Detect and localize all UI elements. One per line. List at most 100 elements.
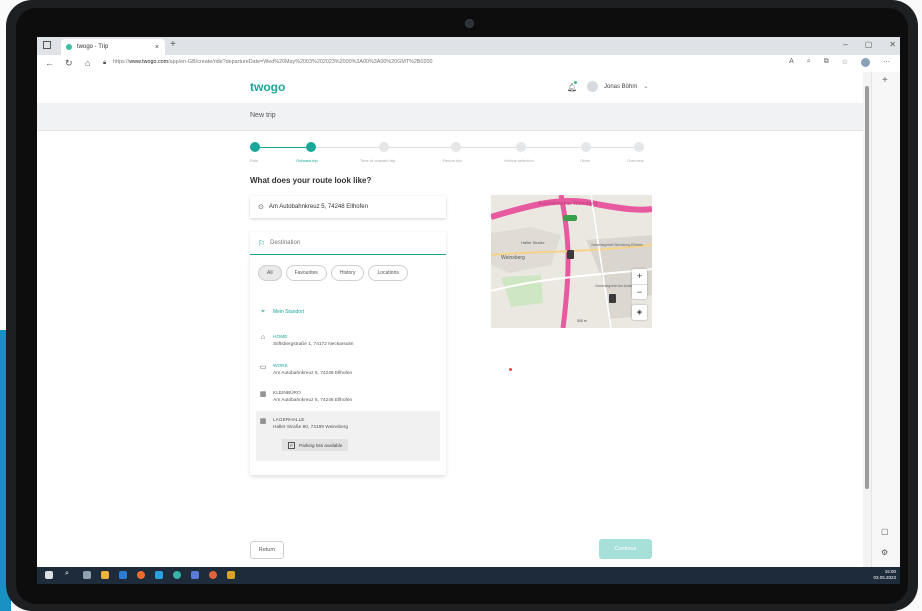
map-scale: 500 m (577, 319, 587, 323)
read-aloud-icon[interactable]: A (789, 58, 794, 67)
step-other (581, 142, 591, 152)
step-role[interactable] (250, 142, 260, 152)
app-icon[interactable] (191, 571, 199, 579)
address-bar: ← ↻ ⌂ 🔒︎ https://www.twogo.com/app/en-GB… (37, 55, 900, 73)
location-address: Am Autobahnkreuz 5, 74248 Ellhofen (273, 398, 353, 403)
browser-toolbar: A ⌕ ⧉ ☆ ⋯ (789, 58, 890, 67)
app-icon[interactable] (155, 571, 163, 579)
building-icon: ▦ (259, 418, 267, 425)
page-scrollbar[interactable] (863, 72, 871, 567)
scrollbar-thumb[interactable] (865, 86, 869, 489)
chip-locations[interactable]: Locations (368, 265, 408, 281)
step-overview (634, 142, 644, 152)
back-arrow-icon[interactable]: ← (45, 58, 54, 68)
tab-close-button[interactable]: × (155, 44, 159, 51)
zoom-in-button[interactable]: + (632, 269, 647, 284)
building-icon: ▦ (259, 391, 267, 398)
tab-title: twogo - Trip (77, 44, 109, 50)
app-icon[interactable] (119, 571, 127, 579)
clock-date: 03.05.2023 (873, 575, 896, 580)
continue-button[interactable]: Continue (599, 539, 652, 559)
close-window-button[interactable]: ✕ (889, 40, 896, 49)
destination-placeholder: Destination (270, 240, 301, 246)
parking-badge: P Parking lots available (282, 439, 349, 451)
tab-actions-icon[interactable] (43, 41, 51, 49)
map-canvas: Autobahnkreuz Weinsberg Haller Straße We… (491, 195, 652, 328)
maximize-button[interactable]: ▢ (865, 40, 873, 49)
profile-icon[interactable] (861, 58, 870, 67)
browser-tab-bar: twogo - Trip × + – ▢ ✕ (37, 37, 900, 55)
layers-icon[interactable]: ◈ (632, 305, 647, 320)
crosshair-icon: ⌖ (261, 308, 265, 315)
map-label: Autobahnkreuz Weinsberg (538, 201, 597, 207)
step-outward-trip[interactable] (306, 142, 316, 152)
parking-icon: P (288, 441, 295, 449)
location-name: WORK (273, 364, 288, 369)
my-location-item[interactable]: ⌖ Mein Standort (258, 308, 304, 316)
page-title-bar: New trip (37, 103, 863, 131)
map-label: Haller Straße (521, 240, 545, 245)
favorites-icon[interactable]: ☆ (842, 58, 848, 67)
chip-history[interactable]: History (330, 265, 365, 281)
chip-all[interactable]: All (258, 265, 282, 281)
system-clock[interactable]: 15:00 03.05.2023 (873, 569, 896, 581)
step-label: Outward trip (296, 158, 318, 163)
progress-stepper: Role Outward trip Time of outward trip R… (250, 142, 650, 168)
notification-bell-icon[interactable]: 🔔︎ (567, 83, 577, 92)
zoom-out-button[interactable]: − (632, 284, 647, 300)
url-field[interactable]: https://www.twogo.com/app/en-GB/create/r… (113, 59, 433, 65)
taskbar: ⌕ 15:00 03.05.2023 (37, 567, 900, 584)
lock-icon: 🔒︎ (103, 60, 107, 66)
app-icon[interactable] (209, 571, 217, 579)
app-icon[interactable] (137, 571, 145, 579)
route-map[interactable]: Autobahnkreuz Weinsberg Haller Straße We… (491, 195, 652, 328)
user-menu[interactable]: Jonas Böhm ⌄ (587, 81, 648, 92)
destination-field[interactable]: ⚐ Destination (250, 232, 446, 255)
start-icon[interactable] (45, 571, 53, 579)
location-address: Haller Straße 80, 74189 Weinsberg (273, 425, 349, 430)
parking-label: Parking lots available (299, 442, 343, 448)
favicon-icon (66, 44, 72, 50)
file-explorer-icon[interactable] (101, 571, 109, 579)
extensions-icon[interactable]: ⧉ (824, 58, 829, 67)
stepper-progress (255, 147, 311, 148)
chip-favourites[interactable]: Favourites (285, 265, 327, 281)
list-item[interactable]: ⌂ HOME Stiftsbergstraße 1, 74172 Neckarsu… (258, 334, 354, 348)
origin-field[interactable]: ⊙ Am Autobahnkreuz 5, 74248 Ellhofen (250, 196, 446, 218)
search-icon[interactable]: ⌕ (65, 570, 73, 578)
step-label: Vehicle selection (504, 158, 534, 163)
minimize-button[interactable]: – (843, 40, 847, 49)
add-sidebar-icon[interactable]: + (882, 75, 888, 86)
task-view-icon[interactable] (83, 571, 91, 579)
flag-icon: ⚐ (258, 238, 266, 248)
list-item-highlighted[interactable]: ▦ LAGERHALLE Haller Straße 80, 74189 Wein… (256, 411, 440, 461)
origin-value: Am Autobahnkreuz 5, 74248 Ellhofen (268, 204, 368, 210)
step-label: Return trip (443, 158, 462, 163)
step-time-outward (379, 142, 389, 152)
app-icon[interactable] (227, 571, 235, 579)
url-path: /app/en-GB/create/ride?departureDate=Wed… (168, 59, 433, 65)
url-domain: www.twogo.com (129, 59, 169, 65)
location-address: Stiftsbergstraße 1, 74172 Neckarsulm (273, 342, 354, 347)
zoom-icon[interactable]: ⌕ (807, 58, 811, 67)
screen: twogo - Trip × + – ▢ ✕ ← ↻ ⌂ 🔒︎ https://… (37, 37, 900, 584)
split-view-icon[interactable]: ▢ (881, 527, 889, 536)
step-return-trip (451, 142, 461, 152)
new-tab-button[interactable]: + (170, 39, 176, 50)
user-name: Jonas Böhm (604, 83, 638, 90)
home-icon[interactable]: ⌂ (85, 58, 90, 68)
edge-browser-icon[interactable] (173, 571, 181, 579)
list-item[interactable]: ▦ KLEINBÜRO Am Autobahnkreuz 5, 74248 Ell… (258, 390, 353, 404)
my-location-label: Mein Standort (273, 309, 305, 315)
browser-tab[interactable]: twogo - Trip × (61, 39, 165, 55)
more-icon[interactable]: ⋯ (883, 58, 890, 67)
destination-suggestions: All Favourites History Locations ⌖ Mein … (250, 255, 446, 475)
return-button[interactable]: Return (250, 541, 284, 559)
settings-gear-icon[interactable]: ⚙︎ (881, 548, 888, 557)
list-item[interactable]: ▦ LAGERHALLE Haller Straße 80, 74189 Wein… (258, 417, 348, 431)
briefcase-icon: ▭ (259, 364, 267, 371)
twogo-logo[interactable]: twogo (250, 80, 285, 94)
refresh-icon[interactable]: ↻ (65, 58, 73, 69)
location-address: Am Autobahnkreuz 5, 74248 Ellhofen (273, 371, 353, 376)
list-item[interactable]: ▭ WORK Am Autobahnkreuz 5, 74248 Ellhofen (258, 363, 353, 377)
